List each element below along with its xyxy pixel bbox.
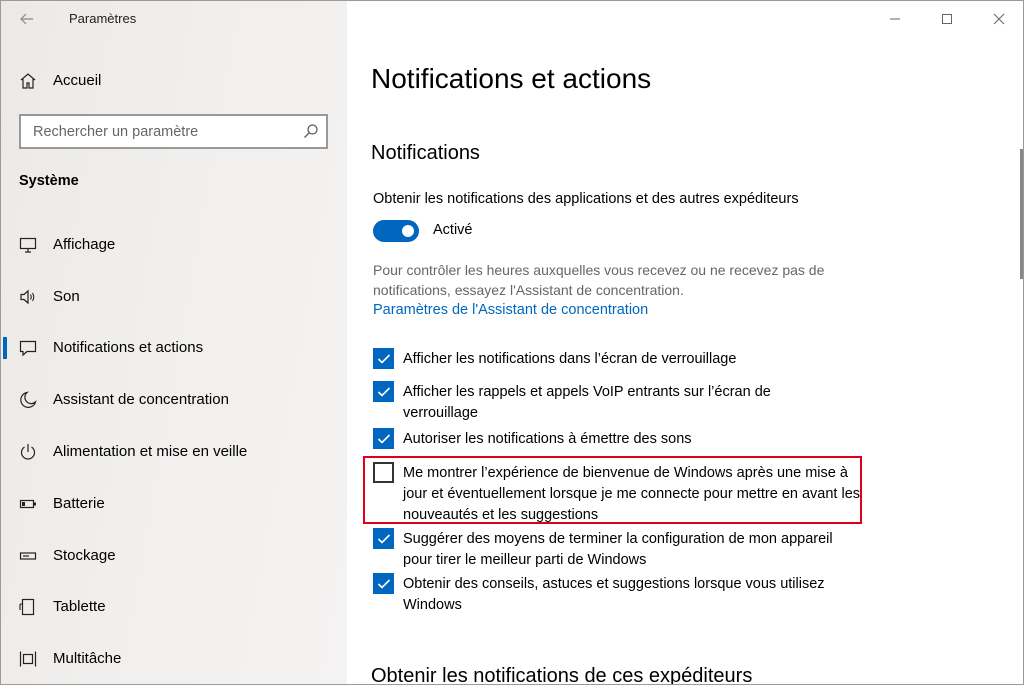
focus-assist-description: Pour contrôler les heures auxquelles vou… — [373, 260, 893, 300]
checkbox-label: Suggérer des moyens de terminer la confi… — [403, 531, 833, 568]
sidebar-item-focus-assist[interactable]: Assistant de concentration — [1, 380, 347, 420]
checkmark-icon — [377, 533, 390, 544]
sidebar-item-label: Affichage — [53, 236, 116, 253]
back-arrow-icon — [20, 13, 33, 25]
checkbox-checked[interactable] — [373, 348, 394, 369]
toggle-knob — [402, 225, 414, 237]
sidebar-item-label: Multitâche — [53, 650, 122, 667]
display-icon — [19, 237, 37, 253]
settings-window: Paramètres Accueil Système Affichage — [0, 0, 1024, 685]
sidebar-item-display[interactable]: Affichage — [1, 225, 347, 265]
section-title-senders: Obtenir les notifications de ces expédit… — [371, 665, 753, 685]
checkmark-icon — [377, 578, 390, 589]
sidebar-item-label: Stockage — [53, 547, 116, 564]
close-button[interactable] — [973, 1, 1023, 37]
checkbox-finish-setup-suggestions[interactable]: Suggérer des moyens de terminer la confi… — [373, 528, 873, 572]
sidebar-item-label: Alimentation et mise en veille — [53, 443, 248, 460]
window-controls — [869, 1, 1023, 37]
toggle-state-label: Activé — [433, 222, 473, 238]
maximize-icon — [942, 14, 952, 24]
home-icon — [20, 73, 36, 89]
checkmark-icon — [377, 353, 390, 364]
section-title-notifications: Notifications — [371, 142, 480, 164]
checkbox-notification-sounds[interactable]: Autoriser les notifications à émettre de… — [373, 428, 873, 452]
power-icon — [20, 444, 36, 460]
tablet-icon — [19, 598, 35, 616]
main-content: Notifications et actions Notifications O… — [347, 1, 1023, 685]
checkmark-icon — [377, 433, 390, 444]
sidebar-item-label: Son — [53, 288, 80, 305]
sidebar-item-storage[interactable]: Stockage — [1, 536, 347, 576]
sidebar-item-home[interactable]: Accueil — [1, 65, 347, 97]
app-title: Paramètres — [69, 11, 137, 26]
checkbox-label: Afficher les rappels et appels VoIP entr… — [403, 384, 771, 421]
moon-icon — [20, 391, 37, 408]
sidebar-item-notifications[interactable]: Notifications et actions — [1, 328, 347, 368]
checkbox-checked[interactable] — [373, 428, 394, 449]
sidebar-item-label: Tablette — [53, 598, 106, 615]
checkbox-checked[interactable] — [373, 381, 394, 402]
search-icon[interactable] — [303, 123, 319, 139]
focus-assist-settings-link[interactable]: Paramètres de l'Assistant de concentrati… — [373, 302, 648, 318]
checkbox-lockscreen-notifications[interactable]: Afficher les notifications dans l’écran … — [373, 348, 873, 372]
search-input[interactable] — [21, 116, 291, 147]
sidebar-item-battery[interactable]: Batterie — [1, 484, 347, 524]
search-box[interactable] — [19, 114, 328, 149]
sidebar-item-label: Batterie — [53, 495, 105, 512]
description-line: notifications, essayez l'Assistant de co… — [373, 282, 684, 298]
battery-icon — [19, 499, 36, 509]
checkbox-checked[interactable] — [373, 528, 394, 549]
checkbox-voip-reminders[interactable]: Afficher les rappels et appels VoIP entr… — [373, 381, 873, 425]
storage-icon — [19, 552, 37, 560]
notifications-toggle[interactable] — [373, 220, 419, 242]
speaker-icon — [20, 289, 35, 305]
multitask-icon — [19, 651, 37, 667]
maximize-button[interactable] — [921, 1, 973, 37]
title-bar: Paramètres — [1, 1, 347, 37]
toggle-caption: Obtenir les notifications des applicatio… — [373, 191, 799, 207]
sidebar-item-tablet[interactable]: Tablette — [1, 587, 347, 627]
sidebar-item-sound[interactable]: Son — [1, 277, 347, 317]
description-line: Pour contrôler les heures auxquelles vou… — [373, 262, 825, 278]
minimize-button[interactable] — [869, 1, 921, 37]
sidebar-item-label: Notifications et actions — [53, 339, 204, 356]
checkbox-label: Autoriser les notifications à émettre de… — [403, 431, 692, 447]
checkbox-checked[interactable] — [373, 573, 394, 594]
close-icon — [993, 13, 1005, 25]
page-title: Notifications et actions — [371, 63, 652, 94]
checkbox-tips-suggestions[interactable]: Obtenir des conseils, astuces et suggest… — [373, 573, 873, 617]
minimize-icon — [890, 18, 900, 20]
checkbox-label: Obtenir des conseils, astuces et suggest… — [403, 576, 825, 613]
sidebar-item-label: Assistant de concentration — [53, 391, 229, 408]
sidebar-item-multitasking[interactable]: Multitâche — [1, 639, 347, 679]
sidebar: Paramètres Accueil Système Affichage — [1, 1, 347, 684]
checkmark-icon — [377, 386, 390, 397]
checkbox-label: Afficher les notifications dans l’écran … — [403, 351, 737, 367]
highlight-box — [363, 456, 862, 524]
notification-icon — [19, 340, 37, 357]
sidebar-section-label: Système — [19, 173, 79, 189]
sidebar-item-power-sleep[interactable]: Alimentation et mise en veille — [1, 432, 347, 472]
scrollbar[interactable] — [1020, 149, 1023, 279]
back-button[interactable] — [15, 9, 39, 29]
sidebar-item-label: Accueil — [53, 72, 102, 89]
